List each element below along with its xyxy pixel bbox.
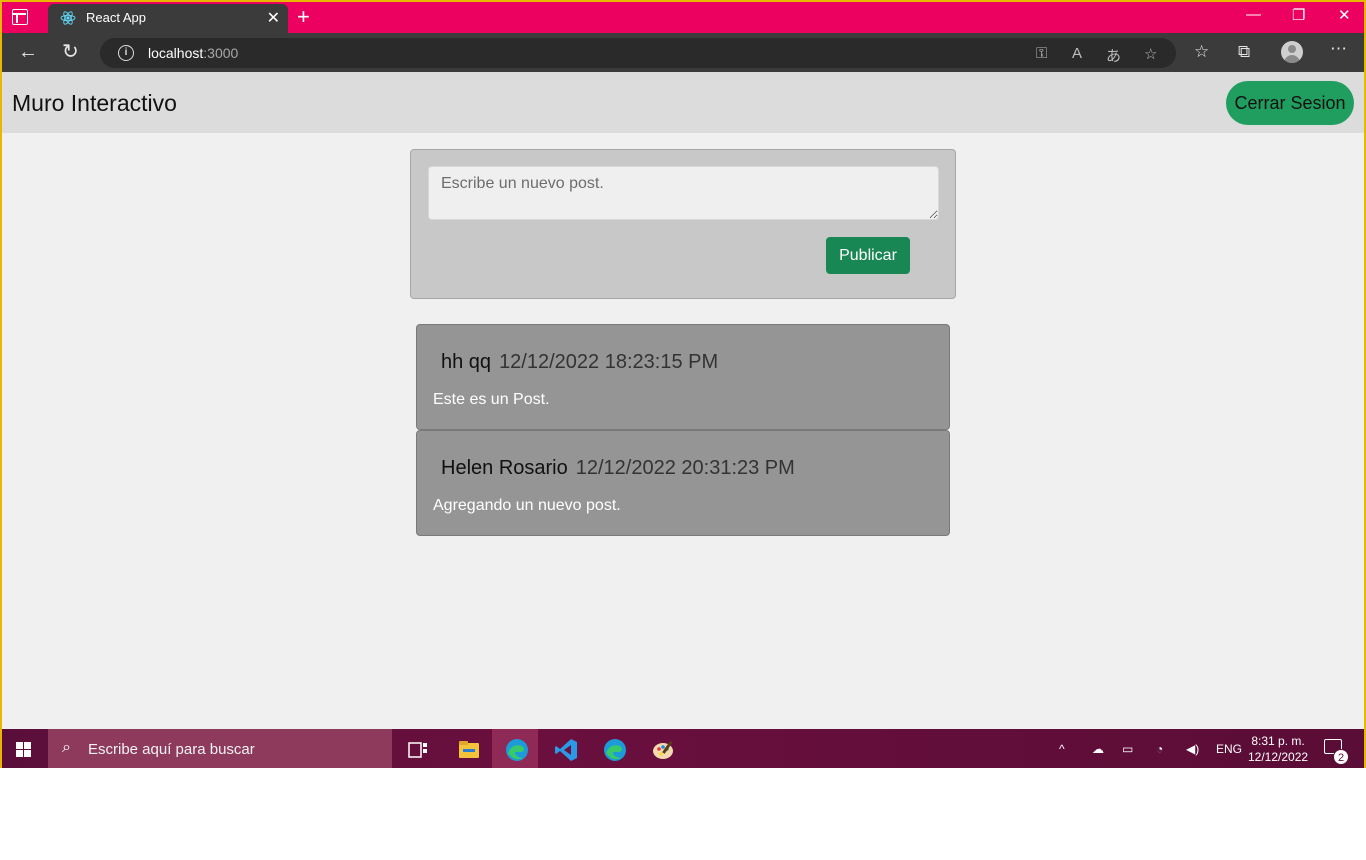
tab-actions-icon[interactable] xyxy=(12,9,28,25)
new-post-input[interactable] xyxy=(428,166,939,220)
tab-title: React App xyxy=(86,10,146,25)
browser-toolbar: ← ↻ i localhost:3000 ⚿ A あ ☆ ☆ ⧉ ⋯ xyxy=(2,33,1364,72)
battery-icon[interactable]: ▭ xyxy=(1122,742,1133,756)
taskbar: ⌕ Escribe aquí para buscar ^ ☁ ▭ ◔ ◀) EN… xyxy=(2,729,1364,768)
edge-icon[interactable] xyxy=(504,737,530,763)
translate-icon[interactable]: あ xyxy=(1106,45,1121,66)
browser-tab[interactable]: React App ✕ xyxy=(48,4,288,33)
language-indicator[interactable]: ENG xyxy=(1216,742,1242,756)
url-text: localhost:3000 xyxy=(148,45,239,61)
post-card: Helen Rosario 12/12/2022 20:31:23 PM Agre… xyxy=(416,430,950,536)
post-body: Este es un Post. xyxy=(433,391,550,408)
collections-icon[interactable]: ⧉ xyxy=(1238,42,1250,62)
clock-time: 8:31 p. m. xyxy=(1251,734,1305,748)
window-close-icon[interactable]: ✕ xyxy=(1338,6,1351,24)
edge-icon[interactable] xyxy=(602,737,628,763)
wifi-icon[interactable]: ◔ xyxy=(1156,742,1163,756)
volume-icon[interactable]: ◀) xyxy=(1186,742,1199,756)
post-date: 12/12/2022 18:23:15 PM xyxy=(499,351,719,373)
post-date: 12/12/2022 20:31:23 PM xyxy=(575,457,795,479)
notification-badge: 2 xyxy=(1333,749,1349,765)
post-header: hh qq 12/12/2022 18:23:15 PM xyxy=(441,351,718,374)
post-author: hh qq xyxy=(441,351,492,373)
logout-button[interactable]: Cerrar Sesion xyxy=(1226,81,1354,125)
paint-icon[interactable] xyxy=(651,737,677,763)
post-card: hh qq 12/12/2022 18:23:15 PM Este es un P… xyxy=(416,324,950,430)
refresh-icon[interactable]: ↻ xyxy=(62,41,79,63)
key-icon[interactable]: ⚿ xyxy=(1036,45,1047,62)
app-title: Muro Interactivo xyxy=(12,90,177,116)
app-header: Muro Interactivo Cerrar Sesion xyxy=(2,72,1364,133)
info-icon[interactable]: i xyxy=(118,45,134,61)
network-icon[interactable]: ☁ xyxy=(1092,742,1104,756)
post-composer: Publicar xyxy=(410,149,956,299)
windows-icon[interactable] xyxy=(16,742,32,758)
browser-tab-bar: React App ✕ + — ❐ ✕ xyxy=(2,2,1364,33)
file-explorer-icon[interactable] xyxy=(456,737,482,763)
screen: React App ✕ + — ❐ ✕ ← ↻ i localhost:3000… xyxy=(0,0,1366,768)
react-icon xyxy=(60,11,76,25)
close-icon[interactable]: ✕ xyxy=(267,8,280,28)
profile-icon[interactable] xyxy=(1281,41,1303,63)
publish-button[interactable]: Publicar xyxy=(826,237,910,274)
task-view-icon[interactable] xyxy=(405,737,431,763)
post-header: Helen Rosario 12/12/2022 20:31:23 PM xyxy=(441,457,795,480)
back-icon[interactable]: ← xyxy=(18,41,38,63)
more-icon[interactable]: ⋯ xyxy=(1330,39,1347,59)
address-bar[interactable]: i localhost:3000 ⚿ A あ ☆ xyxy=(100,38,1176,68)
restore-icon[interactable]: ❐ xyxy=(1292,6,1305,24)
page-content: Muro Interactivo Cerrar Sesion Publicar … xyxy=(2,72,1364,729)
clock-date: 12/12/2022 xyxy=(1248,750,1309,764)
read-aloud-icon[interactable]: A xyxy=(1072,45,1082,62)
post-author: Helen Rosario xyxy=(441,457,568,479)
taskbar-search-placeholder: Escribe aquí para buscar xyxy=(88,741,255,758)
add-favorite-icon[interactable]: ☆ xyxy=(1144,45,1157,63)
search-icon: ⌕ xyxy=(62,739,71,756)
favorites-icon[interactable]: ☆ xyxy=(1194,42,1209,62)
post-body: Agregando un nuevo post. xyxy=(433,497,621,514)
plus-icon[interactable]: + xyxy=(297,4,310,30)
taskbar-clock[interactable]: 8:31 p. m. 12/12/2022 xyxy=(1248,733,1308,765)
taskbar-search[interactable]: ⌕ Escribe aquí para buscar xyxy=(48,729,392,768)
chevron-up-icon[interactable]: ^ xyxy=(1059,742,1065,756)
minimize-icon[interactable]: — xyxy=(1246,6,1261,23)
vscode-icon[interactable] xyxy=(553,737,579,763)
